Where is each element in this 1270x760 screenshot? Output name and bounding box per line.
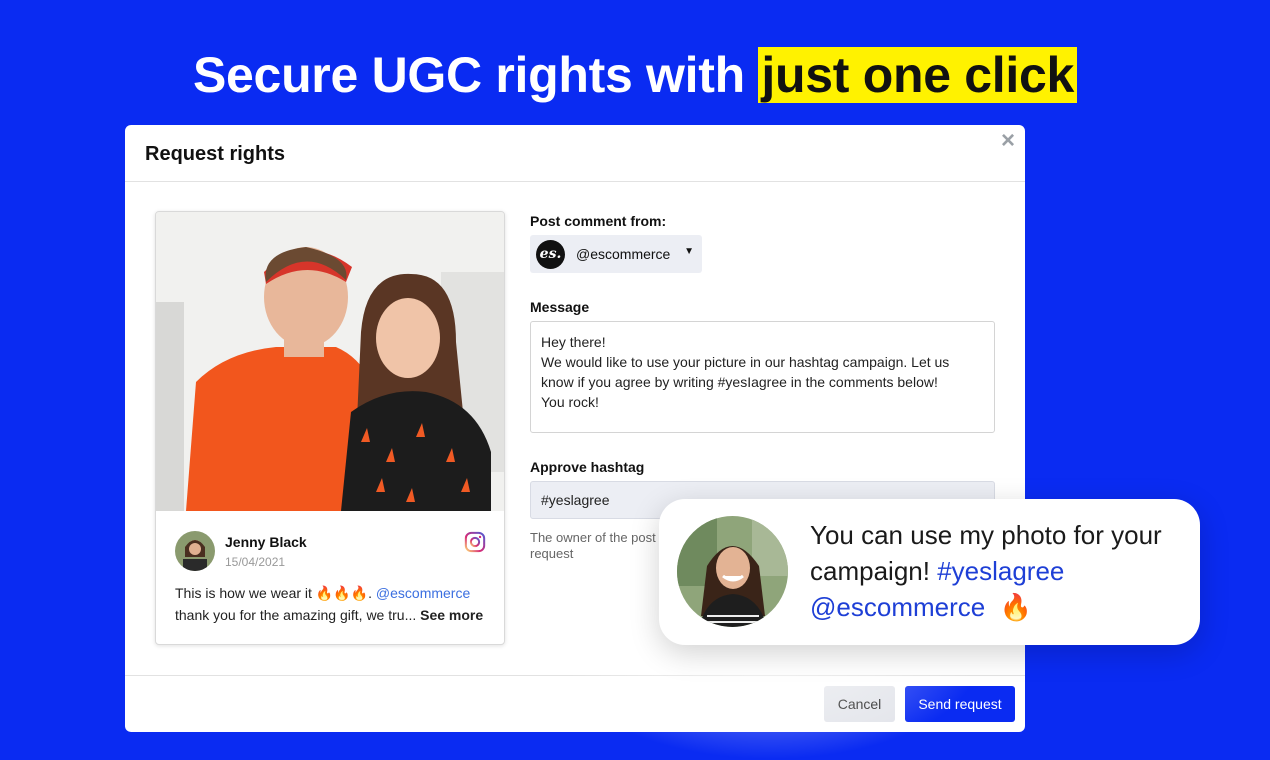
see-more-link[interactable]: See more <box>420 607 483 623</box>
approve-hashtag-label: Approve hashtag <box>530 459 645 475</box>
account-logo: es. <box>536 240 565 269</box>
chevron-down-icon: ▼ <box>684 246 694 257</box>
cancel-button[interactable]: Cancel <box>824 686 895 722</box>
ugc-post-card: Jenny Black 15/04/2021 This is how we we… <box>155 211 505 645</box>
bubble-mention: @escommerce <box>810 592 986 622</box>
post-caption: This is how we wear it 🔥🔥🔥. @escommerce … <box>175 582 495 626</box>
caption-rest: thank you for the amazing gift, we tru..… <box>175 607 417 623</box>
modal-header: Request rights × <box>125 125 1025 182</box>
send-request-button[interactable]: Send request <box>905 686 1015 722</box>
caption-mention-link[interactable]: @escommerce <box>376 585 470 601</box>
hashtag-hint: The owner of the post request <box>530 530 656 561</box>
author-avatar <box>175 531 215 571</box>
modal-footer: Cancel Send request <box>125 675 1025 732</box>
caption-start: This is how we wear it 🔥🔥🔥. <box>175 585 376 601</box>
headline-highlight: just one click <box>758 47 1077 103</box>
post-date: 15/04/2021 <box>225 555 286 569</box>
commenter-avatar <box>677 516 788 627</box>
bubble-hashtag: #yeslagree <box>937 556 1065 586</box>
post-photo <box>156 212 504 511</box>
fire-emoji: 🔥 <box>999 592 1033 622</box>
comment-bubble: You can use my photo for your campaign! … <box>659 499 1200 645</box>
account-select[interactable]: es. @escommerce ▼ <box>530 235 702 273</box>
message-text: Hey there! We would like to use your pic… <box>541 334 950 410</box>
bubble-comment-text: You can use my photo for your campaign! … <box>810 517 1190 625</box>
post-comment-label: Post comment from: <box>530 213 667 229</box>
message-label: Message <box>530 299 590 315</box>
headline: Secure UGC rights with just one click <box>0 46 1270 104</box>
modal-title: Request rights <box>145 143 286 165</box>
headline-prefix: Secure UGC rights with <box>193 47 759 103</box>
author-name: Jenny Black <box>225 534 307 550</box>
close-icon[interactable]: × <box>999 129 1017 153</box>
message-textarea[interactable]: Hey there! We would like to use your pic… <box>530 321 995 433</box>
account-name: @escommerce <box>576 246 671 262</box>
instagram-icon <box>464 531 486 553</box>
